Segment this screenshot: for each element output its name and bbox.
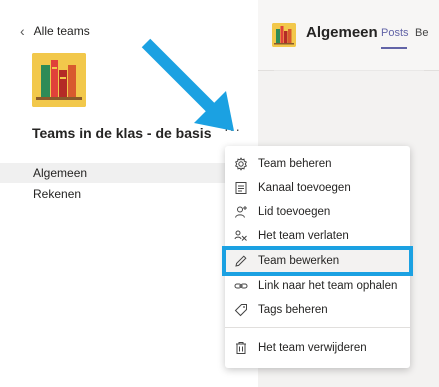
- feed-divider: [274, 70, 424, 71]
- menu-item-team-verwijderen[interactable]: Het team verwijderen: [225, 336, 410, 360]
- channel-header: Algemeen Posts Be: [258, 0, 439, 71]
- menu-item-lid-toevoegen[interactable]: Lid toevoegen: [225, 200, 410, 224]
- leave-team-icon: [234, 229, 248, 243]
- link-icon: [234, 279, 248, 293]
- tab-posts[interactable]: Posts: [381, 27, 409, 49]
- add-member-icon: [234, 205, 248, 219]
- menu-item-label: Team bewerken: [258, 255, 340, 267]
- chevron-left-icon: ‹: [20, 23, 25, 39]
- tab-posts-label: Posts: [381, 27, 409, 39]
- tab-be[interactable]: Be: [415, 27, 428, 39]
- channel-item-rekenen[interactable]: Rekenen: [0, 184, 258, 204]
- menu-item-label: Link naar het team ophalen: [258, 280, 398, 292]
- menu-item-kanaal-toevoegen[interactable]: Kanaal toevoegen: [225, 176, 410, 200]
- channel-add-icon: [234, 181, 248, 195]
- channel-item-algemeen[interactable]: Algemeen: [0, 163, 258, 183]
- menu-item-team-beheren[interactable]: Team beheren: [225, 152, 410, 176]
- trash-icon: [234, 341, 248, 355]
- menu-item-label: Tags beheren: [258, 304, 328, 316]
- gear-icon: [234, 157, 248, 171]
- books-icon: [272, 23, 296, 47]
- team-options-menu: Team beheren Kanaal toevoegen Lid toevoe…: [222, 146, 413, 368]
- back-link-label: Alle teams: [33, 24, 90, 38]
- menu-item-label: Kanaal toevoegen: [258, 182, 351, 194]
- menu-item-label: Team beheren: [258, 158, 332, 170]
- menu-item-label: Lid toevoegen: [258, 206, 331, 218]
- channel-title: Algemeen: [306, 24, 378, 41]
- books-icon: [32, 53, 86, 107]
- active-tab-indicator: [381, 47, 407, 49]
- menu-item-link-ophalen[interactable]: Link naar het team ophalen: [225, 274, 410, 298]
- menu-item-team-verlaten[interactable]: Het team verlaten: [225, 224, 410, 248]
- pencil-icon: [234, 254, 248, 268]
- channel-team-avatar: [272, 23, 296, 47]
- menu-item-tags-beheren[interactable]: Tags beheren: [225, 298, 410, 322]
- team-avatar: [32, 53, 86, 107]
- menu-item-label: Het team verwijderen: [258, 342, 367, 354]
- menu-item-team-bewerken[interactable]: Team bewerken: [222, 246, 413, 276]
- tag-icon: [234, 303, 248, 317]
- menu-separator: [225, 327, 410, 328]
- pointer-arrow-icon: [141, 38, 234, 131]
- back-to-all-teams-link[interactable]: ‹ Alle teams: [20, 24, 90, 38]
- menu-item-label: Het team verlaten: [258, 230, 349, 242]
